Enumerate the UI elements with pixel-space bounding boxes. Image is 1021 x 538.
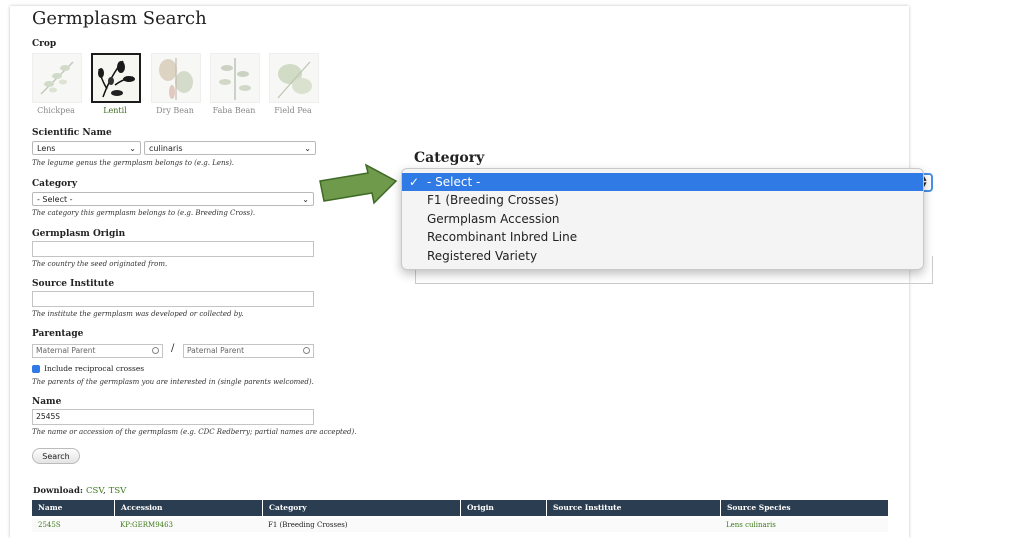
dropdown-option-label: - Select - bbox=[427, 175, 481, 189]
download-label: Download: bbox=[33, 486, 84, 496]
crop-field-pea-tile[interactable] bbox=[269, 53, 319, 103]
origin-label: Germplasm Origin bbox=[32, 229, 126, 239]
institute-help: The institute the germplasm was develope… bbox=[32, 310, 244, 318]
crop-label-field-pea[interactable]: Field Pea bbox=[267, 106, 319, 115]
results-table-header: Name Accession Category Origin Source In… bbox=[32, 500, 888, 516]
cell-origin bbox=[460, 518, 546, 532]
dropdown-option-select[interactable]: ✓ - Select - bbox=[402, 173, 923, 191]
chevron-down-icon: ⌄ bbox=[302, 195, 309, 204]
name-label: Name bbox=[32, 397, 62, 407]
reciprocal-label: Include reciprocal crosses bbox=[44, 364, 145, 373]
species-value: culinaris bbox=[149, 144, 183, 153]
scientific-name-label: Scientific Name bbox=[32, 128, 112, 138]
paternal-parent-input[interactable]: Paternal Parent bbox=[183, 344, 314, 358]
column-header-source-institute[interactable]: Source Institute bbox=[546, 500, 720, 516]
column-header-origin[interactable]: Origin bbox=[460, 500, 546, 516]
category-label: Category bbox=[32, 179, 78, 189]
chevron-down-icon: ⌄ bbox=[129, 144, 136, 153]
maternal-parent-input[interactable]: Maternal Parent bbox=[32, 344, 163, 358]
field-pea-plant-icon bbox=[277, 61, 312, 99]
lentil-plant-icon bbox=[98, 60, 135, 98]
reciprocal-checkbox[interactable] bbox=[32, 365, 40, 380]
crop-label-chickpea[interactable]: Chickpea bbox=[30, 106, 82, 115]
genus-value: Lens bbox=[37, 144, 56, 153]
crop-label-dry-bean[interactable]: Dry Bean bbox=[149, 106, 201, 115]
chevron-down-icon: ⌄ bbox=[304, 144, 311, 153]
column-header-name[interactable]: Name bbox=[32, 500, 114, 516]
clear-circle-icon bbox=[303, 347, 310, 354]
csv-link[interactable]: CSV bbox=[86, 486, 103, 496]
cell-accession[interactable]: KP:GERM9463 bbox=[114, 518, 262, 532]
crop-dry-bean-tile[interactable] bbox=[151, 53, 201, 103]
parentage-help: The parents of the germplasm you are int… bbox=[32, 378, 314, 386]
column-header-source-species[interactable]: Source Species bbox=[720, 500, 888, 516]
category-select[interactable]: - Select - ⌄ bbox=[32, 192, 314, 206]
crop-label-faba-bean[interactable]: Faba Bean bbox=[208, 106, 260, 115]
name-help: The name or accession of the germplasm (… bbox=[32, 428, 357, 436]
paternal-parent-placeholder: Paternal Parent bbox=[187, 346, 245, 355]
column-header-category[interactable]: Category bbox=[262, 500, 460, 516]
category-dropdown-menu: ✓ - Select - F1 (Breeding Crosses) Germp… bbox=[401, 168, 924, 270]
crop-label-lentil[interactable]: Lentil bbox=[89, 106, 141, 115]
origin-help: The country the seed originated from. bbox=[32, 260, 168, 268]
download-links: Download: CSV, TSV bbox=[33, 486, 126, 496]
category-help: The category this germplasm belongs to (… bbox=[32, 209, 256, 217]
species-select[interactable]: culinaris ⌄ bbox=[144, 141, 316, 155]
dropdown-option-germplasm-accession[interactable]: Germplasm Accession bbox=[402, 210, 923, 228]
faba-bean-plant-icon bbox=[219, 58, 251, 100]
name-input[interactable]: 2545S bbox=[32, 409, 314, 425]
search-button[interactable]: Search bbox=[32, 448, 80, 464]
maternal-parent-placeholder: Maternal Parent bbox=[36, 346, 96, 355]
origin-input[interactable] bbox=[32, 241, 314, 257]
download-separator: , bbox=[102, 486, 106, 496]
cell-species[interactable]: Lens culinaris bbox=[720, 518, 888, 532]
clear-circle-icon bbox=[152, 347, 159, 354]
crop-faba-bean-tile[interactable] bbox=[210, 53, 260, 103]
table-row: 2545S KP:GERM9463 F1 (Breeding Crosses) … bbox=[32, 518, 888, 532]
tsv-link[interactable]: TSV bbox=[109, 486, 127, 496]
column-header-accession[interactable]: Accession bbox=[114, 500, 262, 516]
cell-category: F1 (Breeding Crosses) bbox=[268, 521, 348, 529]
checkmark-icon: ✓ bbox=[409, 175, 420, 189]
parent-separator: / bbox=[171, 343, 175, 354]
crop-chickpea-tile[interactable] bbox=[32, 53, 82, 103]
genus-select[interactable]: Lens ⌄ bbox=[32, 141, 141, 155]
institute-input[interactable] bbox=[32, 291, 314, 307]
parentage-label: Parentage bbox=[32, 329, 84, 339]
dropdown-option-f1[interactable]: F1 (Breeding Crosses) bbox=[402, 191, 923, 209]
dry-bean-plant-icon bbox=[159, 58, 193, 100]
dropdown-option-ril[interactable]: Recombinant Inbred Line bbox=[402, 228, 923, 246]
page-title: Germplasm Search bbox=[32, 8, 207, 29]
cell-name[interactable]: 2545S bbox=[32, 518, 114, 532]
arrow-right-icon bbox=[319, 163, 398, 205]
dropdown-option-registered-variety[interactable]: Registered Variety bbox=[402, 247, 923, 265]
scientific-name-help: The legume genus the germplasm belongs t… bbox=[32, 159, 235, 167]
category-value: - Select - bbox=[37, 195, 73, 204]
zoom-category-label: Category bbox=[414, 150, 485, 166]
institute-label: Source Institute bbox=[32, 279, 115, 289]
cell-institute bbox=[546, 518, 720, 532]
crop-lentil-tile[interactable] bbox=[91, 53, 141, 103]
chickpea-plant-icon bbox=[40, 61, 74, 95]
crop-label: Crop bbox=[32, 39, 57, 49]
